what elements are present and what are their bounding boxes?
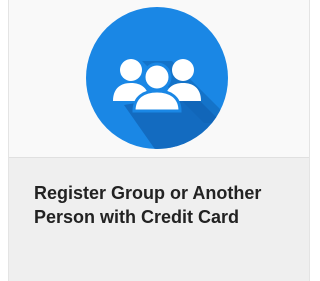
group-icon xyxy=(84,5,230,151)
card-divider xyxy=(9,157,309,158)
card-image-area xyxy=(9,0,309,157)
card-title[interactable]: Register Group or Another Person with Cr… xyxy=(34,181,304,229)
register-group-card[interactable]: Register Group or Another Person with Cr… xyxy=(8,0,310,281)
